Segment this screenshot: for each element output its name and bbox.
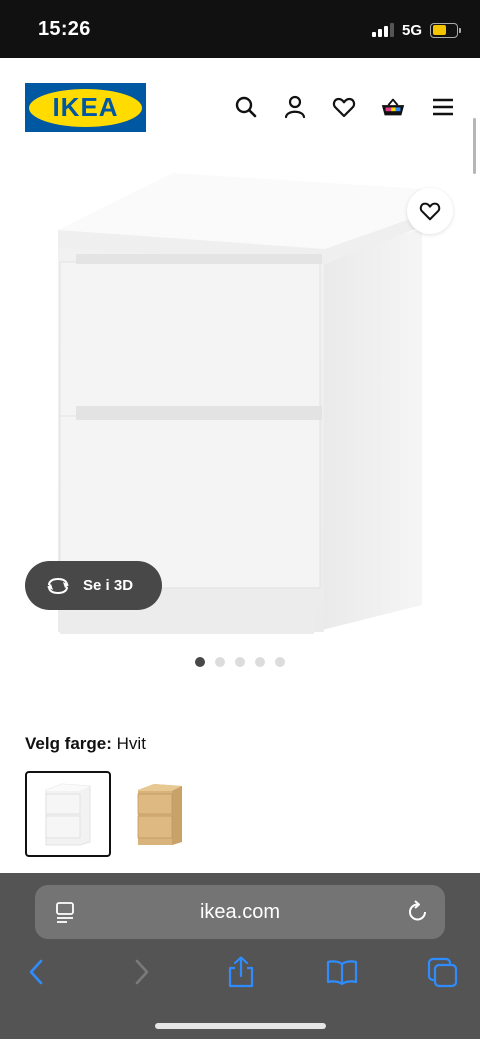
favorites-icon[interactable]	[331, 94, 357, 120]
color-option-white[interactable]	[25, 771, 111, 857]
signal-icon	[371, 23, 394, 37]
color-label-prefix: Velg farge:	[25, 734, 112, 753]
rotate-3d-icon	[47, 577, 69, 594]
oak-chest-thumbnail	[137, 784, 182, 845]
chevron-right-icon	[135, 959, 149, 985]
share-button[interactable]	[226, 955, 260, 989]
logo-text: IKEA	[52, 92, 119, 122]
logo-oval: IKEA	[29, 88, 142, 127]
menu-icon[interactable]	[430, 94, 456, 120]
back-button[interactable]	[22, 955, 56, 989]
view-3d-label: Se i 3D	[83, 577, 134, 594]
forward-button[interactable]	[126, 955, 160, 989]
search-icon[interactable]	[233, 94, 259, 120]
account-icon[interactable]	[282, 94, 308, 120]
selected-color: Hvit	[116, 734, 146, 753]
status-bar: 15:26 5G	[0, 0, 480, 58]
browser-toolbar: ikea.com	[0, 873, 480, 1039]
heart-icon	[419, 202, 441, 221]
image-carousel-dots	[195, 657, 285, 667]
home-indicator[interactable]	[155, 1023, 326, 1029]
carousel-dot[interactable]	[275, 657, 285, 667]
color-selection-label: Velg farge: Hvit	[25, 734, 146, 754]
color-option-oak[interactable]	[117, 771, 203, 857]
share-icon	[228, 956, 254, 988]
white-chest-thumbnail	[45, 783, 91, 846]
url-text: ikea.com	[199, 901, 281, 923]
reload-icon[interactable]	[407, 899, 429, 923]
battery-level	[432, 25, 447, 35]
carousel-dot[interactable]	[235, 657, 245, 667]
view-in-3d-button[interactable]: Se i 3D	[25, 561, 162, 610]
status-time: 15:26	[38, 18, 91, 40]
carousel-dot[interactable]	[195, 657, 205, 667]
network-type: 5G	[401, 21, 422, 39]
site-header: IKEA	[0, 58, 480, 156]
address-bar[interactable]: ikea.com	[35, 885, 445, 939]
battery-icon	[430, 22, 461, 38]
cart-icon[interactable]	[380, 94, 408, 120]
tabs-button[interactable]	[426, 955, 460, 989]
bookmarks-button[interactable]	[325, 955, 359, 989]
carousel-dot[interactable]	[215, 657, 225, 667]
chevron-left-icon	[29, 959, 43, 985]
tabs-icon	[427, 957, 458, 988]
ikea-logo[interactable]: IKEA	[25, 83, 146, 132]
book-icon	[326, 960, 358, 986]
add-to-favorites-button[interactable]	[407, 188, 453, 234]
status-indicators: 5G	[371, 20, 461, 40]
carousel-dot[interactable]	[255, 657, 265, 667]
